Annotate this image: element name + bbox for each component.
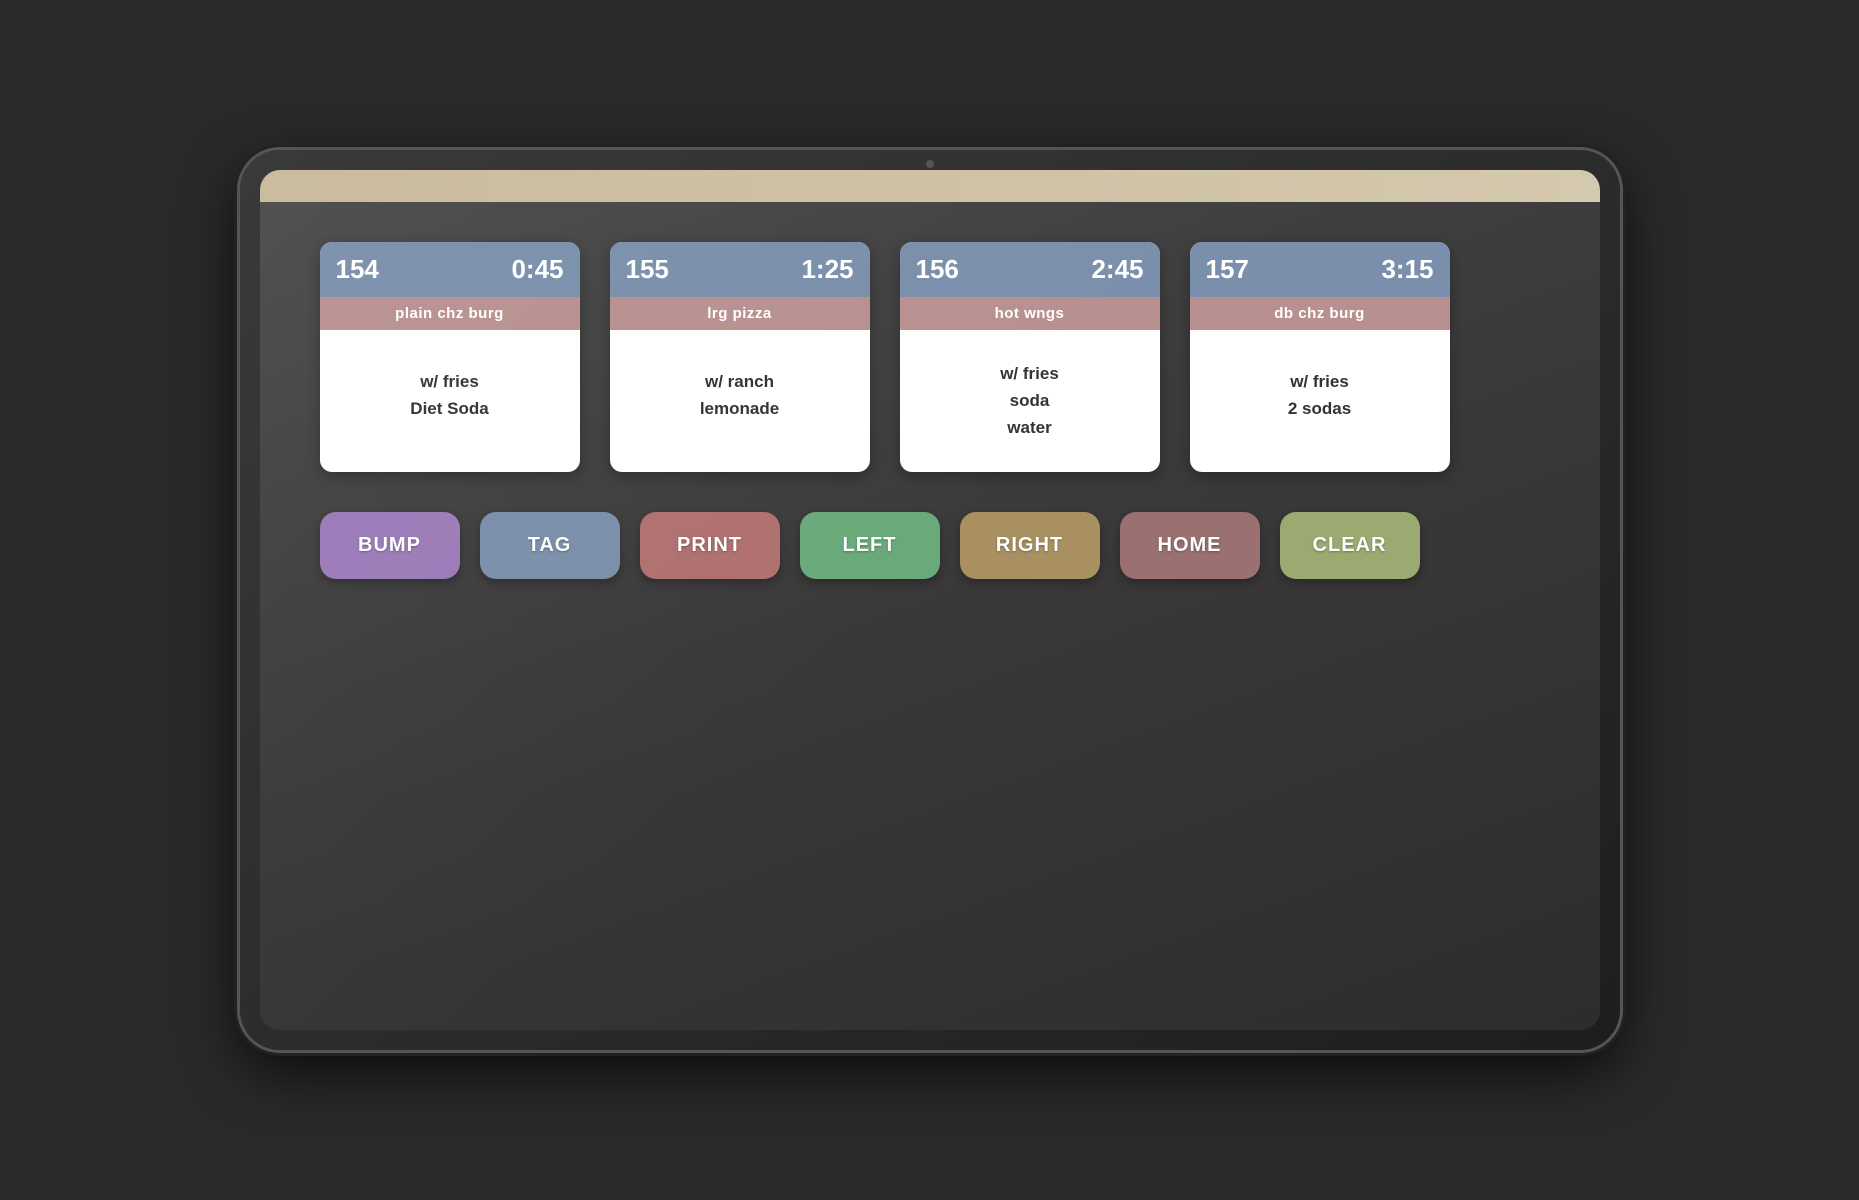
right-button[interactable]: RIGHT xyxy=(960,512,1100,579)
order-number: 155 xyxy=(626,254,669,285)
order-timer: 3:15 xyxy=(1381,254,1433,285)
item-name: lrg pizza xyxy=(610,297,870,330)
card-body: w/ ranchlemonade xyxy=(610,330,870,460)
header-bar xyxy=(260,170,1600,202)
item-name: hot wngs xyxy=(900,297,1160,330)
item-name: db chz burg xyxy=(1190,297,1450,330)
left-button[interactable]: LEFT xyxy=(800,512,940,579)
card-body: w/ friessodawater xyxy=(900,330,1160,472)
main-content: 154 0:45 plain chz burg w/ friesDiet Sod… xyxy=(260,202,1600,1030)
card-details: w/ ranchlemonade xyxy=(700,368,779,422)
card-details: w/ fries2 sodas xyxy=(1288,368,1351,422)
card-header: 156 2:45 xyxy=(900,242,1160,297)
device-frame: 154 0:45 plain chz burg w/ friesDiet Sod… xyxy=(240,150,1620,1050)
clear-button[interactable]: CLEAR xyxy=(1280,512,1420,579)
order-timer: 1:25 xyxy=(801,254,853,285)
card-details: w/ friesDiet Soda xyxy=(410,368,488,422)
order-number: 157 xyxy=(1206,254,1249,285)
bump-button[interactable]: BUMP xyxy=(320,512,460,579)
card-body: w/ fries2 sodas xyxy=(1190,330,1450,460)
order-timer: 0:45 xyxy=(511,254,563,285)
print-button[interactable]: PRINT xyxy=(640,512,780,579)
screen: 154 0:45 plain chz burg w/ friesDiet Sod… xyxy=(260,170,1600,1030)
card-details: w/ friessodawater xyxy=(1000,360,1059,442)
card-header: 155 1:25 xyxy=(610,242,870,297)
tag-button[interactable]: TAG xyxy=(480,512,620,579)
order-card-157[interactable]: 157 3:15 db chz burg w/ fries2 sodas xyxy=(1190,242,1450,472)
device-camera xyxy=(926,160,934,168)
home-button[interactable]: HOME xyxy=(1120,512,1260,579)
card-header: 157 3:15 xyxy=(1190,242,1450,297)
buttons-row: BUMP TAG PRINT LEFT RIGHT HOME CLEAR xyxy=(320,512,1540,589)
item-name: plain chz burg xyxy=(320,297,580,330)
order-number: 154 xyxy=(336,254,379,285)
card-body: w/ friesDiet Soda xyxy=(320,330,580,460)
order-card-155[interactable]: 155 1:25 lrg pizza w/ ranchlemonade xyxy=(610,242,870,472)
order-card-156[interactable]: 156 2:45 hot wngs w/ friessodawater xyxy=(900,242,1160,472)
orders-grid: 154 0:45 plain chz burg w/ friesDiet Sod… xyxy=(320,242,1540,472)
order-card-154[interactable]: 154 0:45 plain chz burg w/ friesDiet Sod… xyxy=(320,242,580,472)
card-header: 154 0:45 xyxy=(320,242,580,297)
order-timer: 2:45 xyxy=(1091,254,1143,285)
order-number: 156 xyxy=(916,254,959,285)
